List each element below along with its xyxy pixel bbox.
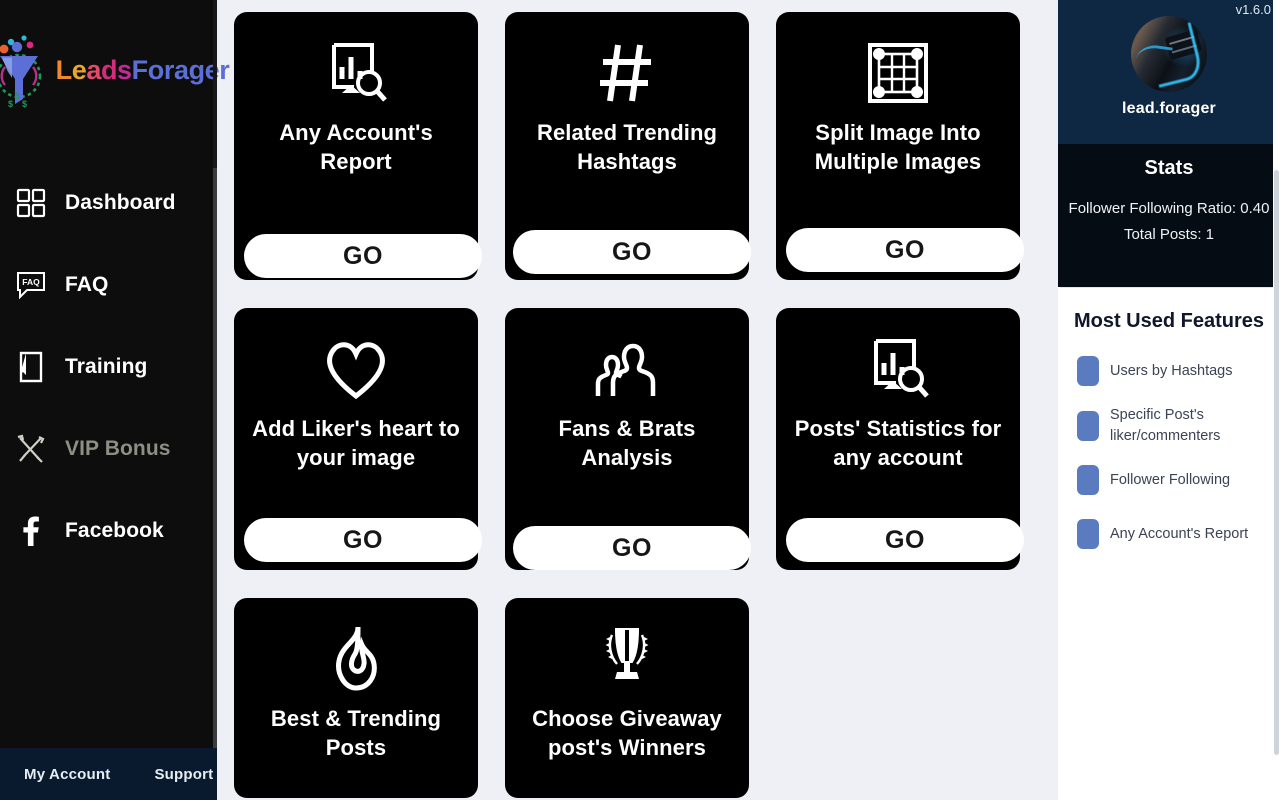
funnel-logo-icon: $ $ $ xyxy=(0,31,50,109)
feature-swatch-icon xyxy=(1077,465,1099,496)
my-account-link[interactable]: My Account xyxy=(24,766,110,783)
card-any-accounts-report[interactable]: Any Account's Report GO xyxy=(234,12,482,280)
faq-bubble-icon: FAQ xyxy=(14,268,48,302)
card-choose-giveaway-winners[interactable]: Choose Giveaway post's Winners xyxy=(505,598,749,798)
sidebar-item-dashboard[interactable]: Dashboard xyxy=(0,162,217,244)
feature-label: Any Account's Report xyxy=(1110,525,1249,542)
sidebar: $ $ $ LeadsForager Dashboard FAQ FAQ Tra… xyxy=(0,0,230,800)
card-title: Add Liker's heart to your image xyxy=(252,416,460,471)
stats-title: Stats xyxy=(1144,157,1194,179)
card-title: Any Account's Report xyxy=(279,120,433,175)
card-fans-brats-analysis[interactable]: Fans & Brats Analysis GO xyxy=(505,308,751,570)
card-title: Split Image Into Multiple Images xyxy=(814,120,982,175)
feature-item-any-accounts-report[interactable]: Any Account's Report xyxy=(1058,514,1280,554)
sidebar-item-label: FAQ xyxy=(65,273,109,296)
card-title: Posts' Statistics for any account xyxy=(794,416,1002,471)
feature-label: Users by Hashtags xyxy=(1110,362,1233,379)
feature-label: Specific Post's liker/commenters xyxy=(1110,407,1221,444)
svg-text:$: $ xyxy=(8,99,13,109)
grid-icon xyxy=(14,186,48,220)
card-title: Fans & Brats Analysis xyxy=(558,416,696,471)
version-label: v1.6.0 xyxy=(1235,2,1271,17)
card-posts-statistics[interactable]: Posts' Statistics for any account GO xyxy=(776,308,1024,570)
book-icon xyxy=(14,350,48,384)
svg-text:$: $ xyxy=(22,99,27,109)
sidebar-nav: Dashboard FAQ FAQ Training VIP Bonus Fac… xyxy=(0,140,217,748)
app-logo[interactable]: $ $ $ LeadsForager xyxy=(0,0,230,140)
right-panel-scrollbar-thumb[interactable] xyxy=(1274,170,1279,755)
card-split-image[interactable]: Split Image Into Multiple Images GO xyxy=(776,12,1024,280)
go-button[interactable]: GO xyxy=(513,526,751,570)
avatar-art-glow-b xyxy=(1133,42,1173,77)
card-add-likers-heart[interactable]: Add Liker's heart to your image GO xyxy=(234,308,482,570)
support-link[interactable]: Support xyxy=(154,766,213,783)
sidebar-scrollbar-thumb[interactable] xyxy=(213,168,217,748)
sidebar-item-label: Facebook xyxy=(65,519,164,542)
trophy-icon xyxy=(591,620,663,698)
report-search-icon xyxy=(862,330,934,408)
card-related-trending-hashtags[interactable]: Related Trending Hashtags GO xyxy=(505,12,751,280)
go-button[interactable]: GO xyxy=(244,234,482,278)
profile-section: v1.6.0 lead.forager xyxy=(1058,0,1280,144)
stat-total-posts: Total Posts: 1 xyxy=(1123,225,1215,243)
grid-crop-icon xyxy=(865,34,931,112)
tools-icon xyxy=(14,432,48,466)
stat-follower-following-ratio: Follower Following Ratio: 0.40 xyxy=(1068,200,1270,217)
feature-swatch-icon xyxy=(1077,519,1099,550)
card-best-trending-posts[interactable]: Best & Trending Posts xyxy=(234,598,478,798)
stats-section: Stats Follower Following Ratio: 0.40 Tot… xyxy=(1058,144,1280,287)
feature-label: Follower Following xyxy=(1110,471,1231,488)
feature-item-users-by-hashtags[interactable]: Users by Hashtags xyxy=(1058,351,1280,391)
feature-swatch-icon xyxy=(1077,410,1099,441)
sidebar-item-faq[interactable]: FAQ FAQ xyxy=(0,244,217,326)
facebook-icon xyxy=(14,514,48,548)
app-root: $ $ $ LeadsForager Dashboard FAQ FAQ Tra… xyxy=(0,0,1280,800)
profile-username: lead.forager xyxy=(1122,100,1216,117)
report-search-icon xyxy=(320,34,392,112)
avatar[interactable] xyxy=(1131,16,1207,92)
sidebar-item-label: VIP Bonus xyxy=(65,437,171,460)
app-logo-text: LeadsForager xyxy=(55,54,230,85)
feature-swatch-icon xyxy=(1077,356,1099,386)
sidebar-scrollbar[interactable] xyxy=(213,0,217,748)
go-button[interactable]: GO xyxy=(786,228,1024,272)
go-button[interactable]: GO xyxy=(513,230,751,274)
most-used-features-title: Most Used Features xyxy=(1073,310,1265,332)
go-button[interactable]: GO xyxy=(786,518,1024,562)
sidebar-item-label: Training xyxy=(65,355,148,378)
main-content: Any Account's Report GO Related Trending… xyxy=(217,0,1058,800)
feature-item-follower-following[interactable]: Follower Following xyxy=(1058,460,1280,500)
feature-card-grid: Any Account's Report GO Related Trending… xyxy=(234,12,1044,798)
flame-icon xyxy=(324,620,388,698)
right-panel-scrollbar[interactable] xyxy=(1273,0,1280,800)
sidebar-item-vip-bonus[interactable]: VIP Bonus xyxy=(0,408,217,490)
card-title: Choose Giveaway post's Winners xyxy=(532,706,722,761)
svg-text:FAQ: FAQ xyxy=(22,277,40,287)
svg-text:$: $ xyxy=(15,91,20,101)
go-button[interactable]: GO xyxy=(244,518,482,562)
sidebar-item-facebook[interactable]: Facebook xyxy=(0,490,217,572)
card-title: Best & Trending Posts xyxy=(270,706,442,761)
feature-item-specific-post-liker-commenters[interactable]: Specific Post's liker/commenters xyxy=(1058,405,1280,446)
sidebar-item-label: Dashboard xyxy=(65,191,176,214)
users-icon xyxy=(592,330,662,408)
sidebar-footer: My Account Support xyxy=(0,748,217,800)
right-panel: v1.6.0 lead.forager Stats Follower Follo… xyxy=(1058,0,1280,800)
sidebar-item-training[interactable]: Training xyxy=(0,326,217,408)
most-used-features-section: Most Used Features Users by Hashtags Spe… xyxy=(1058,288,1280,800)
card-title: Related Trending Hashtags xyxy=(536,120,718,175)
hashtag-icon xyxy=(591,34,663,112)
heart-icon xyxy=(320,330,392,408)
